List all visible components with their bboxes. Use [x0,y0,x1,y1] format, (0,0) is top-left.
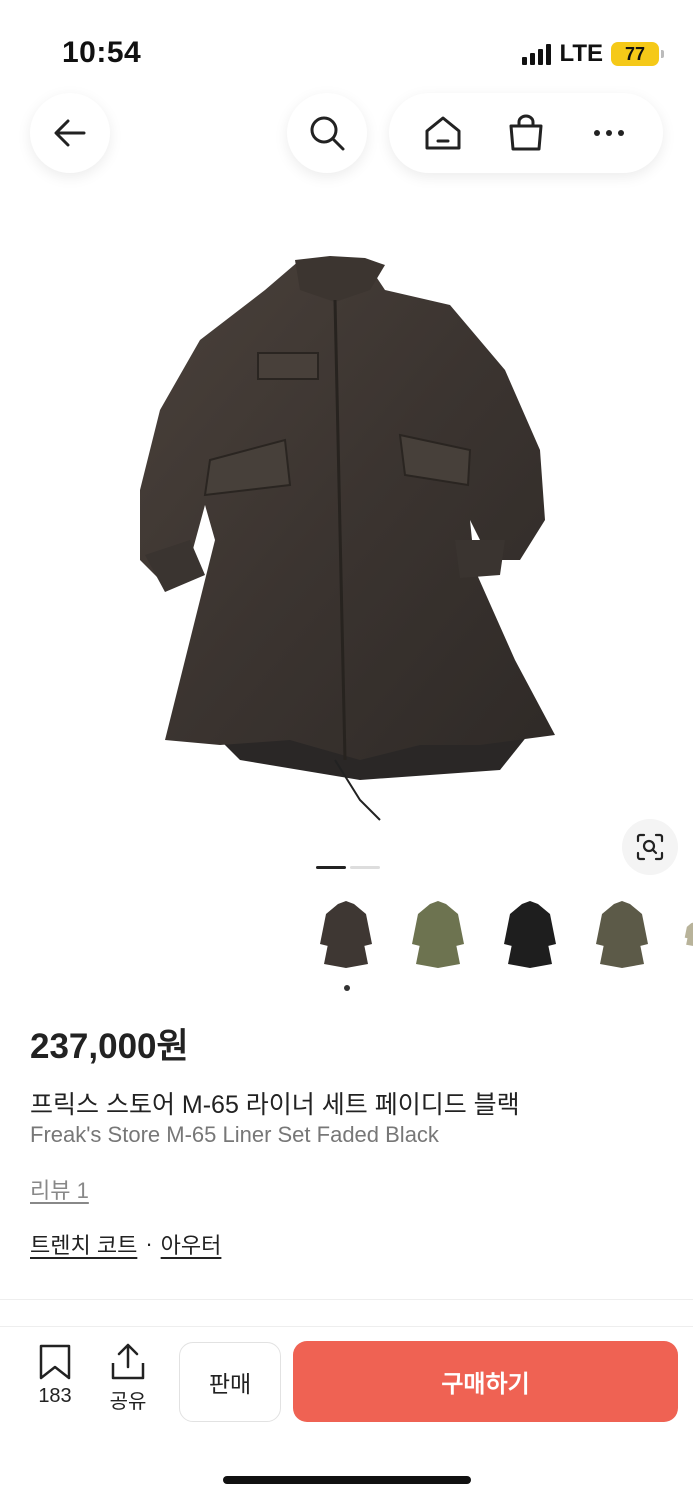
section-divider [0,1299,693,1300]
share-button[interactable]: 공유 [108,1343,148,1414]
pager-indicator [350,866,380,869]
selected-thumbnail-indicator [344,985,350,991]
pager-indicator-active [316,866,346,869]
network-type: LTE [559,40,603,67]
thumbnail-4[interactable] [592,896,652,972]
product-price: 237,000원 [30,1027,189,1066]
reviews-link[interactable]: 리뷰 1 [30,1173,89,1205]
more-horizontal-icon [594,130,625,136]
coat-thumbnail [684,922,693,946]
share-icon [111,1343,145,1380]
shopping-bag-icon [509,114,543,151]
back-button[interactable] [30,93,110,173]
sell-button[interactable]: 판매 [179,1342,281,1422]
thumbnail-3[interactable] [500,896,560,972]
search-icon [310,116,345,151]
bookmark-count: 183 [38,1385,72,1407]
battery-icon: 77 [611,42,664,66]
signal-icon [522,43,552,65]
buy-button[interactable]: 구매하기 [293,1341,678,1422]
coat-thumbnail [320,901,372,968]
category-breadcrumb: 트렌치 코트 · 아우터 [30,1228,221,1260]
coat-thumbnail [412,901,464,968]
product-title-korean: 프릭스 스토어 M-65 라이너 세트 페이디드 블랙 [30,1091,520,1119]
status-indicators: LTE 77 [522,40,664,68]
home-icon [425,116,461,150]
thumbnail-5[interactable] [684,896,693,972]
bookmark-icon [39,1344,71,1380]
category-link-outer[interactable]: 아우터 [161,1228,222,1260]
thumbnail-strip [316,896,693,972]
cart-button[interactable] [496,103,556,163]
gallery-pager [316,866,380,869]
more-button[interactable] [579,103,639,163]
thumbnail-2[interactable] [408,896,468,972]
bookmark-button[interactable]: 183 [35,1343,75,1408]
home-indicator[interactable] [223,1476,471,1484]
thumbnail-1[interactable] [316,896,376,972]
category-link-trench-coat[interactable]: 트렌치 코트 [30,1228,137,1260]
coat-thumbnail [504,901,556,968]
lens-search-icon [636,833,664,861]
category-separator: · [145,1231,153,1256]
product-title-english: Freak's Store M-65 Liner Set Faded Black [30,1122,439,1147]
coat-thumbnail [596,901,648,968]
image-search-button[interactable] [622,819,678,875]
home-button[interactable] [413,103,473,163]
share-label: 공유 [109,1391,147,1413]
status-time: 10:54 [62,36,142,69]
nav-action-group [389,93,663,173]
search-button[interactable] [287,93,367,173]
product-image[interactable] [0,220,693,860]
arrow-left-icon [54,119,86,147]
battery-level: 77 [624,43,646,64]
